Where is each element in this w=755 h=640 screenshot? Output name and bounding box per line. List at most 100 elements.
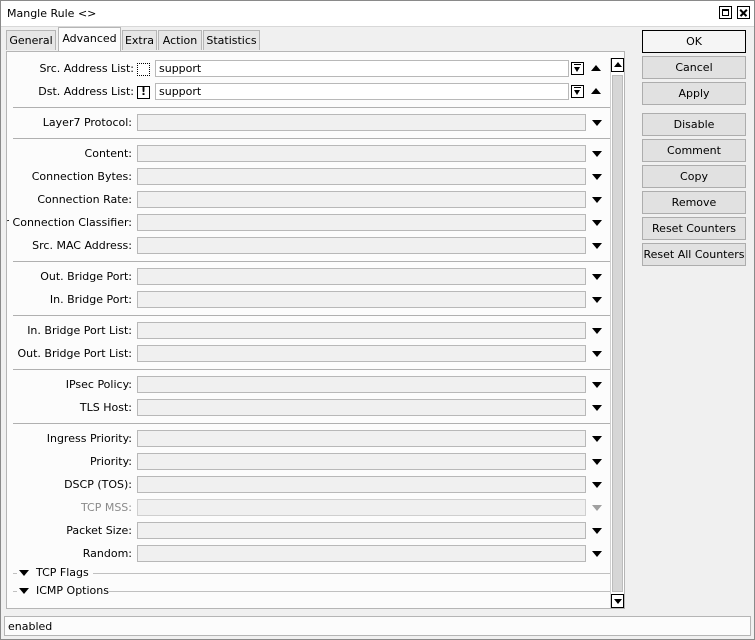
content-field[interactable]: [137, 145, 586, 162]
dst-address-list-value: support: [159, 85, 202, 98]
separator: [13, 261, 610, 262]
out-bridge-port-list-field[interactable]: [137, 345, 586, 362]
connection-bytes-dropdown-icon[interactable]: [592, 174, 602, 180]
window-title: Mangle Rule <>: [7, 7, 97, 20]
content-row: Content:: [7, 145, 132, 163]
vertical-scrollbar[interactable]: [610, 58, 624, 608]
random-row: Random:: [7, 545, 132, 563]
src-mac-address-dropdown-icon[interactable]: [592, 243, 602, 249]
in-bridge-port-dropdown-icon[interactable]: [592, 297, 602, 303]
src-address-list-negate-toggle[interactable]: [137, 63, 150, 76]
tab-statistics[interactable]: Statistics: [203, 30, 260, 50]
dst-address-list-dropdown-icon[interactable]: [571, 85, 584, 98]
tls-host-row: TLS Host:: [7, 399, 132, 417]
tcp-mss-dropdown-icon: [592, 505, 602, 511]
ingress-priority-field[interactable]: [137, 430, 586, 447]
ingress-priority-dropdown-icon[interactable]: [592, 436, 602, 442]
content-dropdown-icon[interactable]: [592, 151, 602, 157]
dst-address-list-negate-toggle[interactable]: !: [137, 85, 150, 99]
in-bridge-port-list-field[interactable]: [137, 322, 586, 339]
expand-triangle-icon[interactable]: [19, 570, 29, 576]
tcp-mss-label: TCP MSS:: [80, 501, 132, 514]
tls-host-field[interactable]: [137, 399, 586, 416]
scroll-thumb[interactable]: [612, 75, 623, 592]
src-mac-address-field[interactable]: [137, 237, 586, 254]
connection-rate-row: Connection Rate:: [7, 191, 132, 209]
random-dropdown-icon[interactable]: [592, 551, 602, 557]
icmp-options-label: ICMP Options: [36, 584, 109, 597]
title-bar[interactable]: Mangle Rule <>: [1, 1, 754, 27]
priority-label: Priority:: [89, 455, 132, 468]
connection-rate-field[interactable]: [137, 191, 586, 208]
priority-dropdown-icon[interactable]: [592, 459, 602, 465]
dscp-tos-dropdown-icon[interactable]: [592, 482, 602, 488]
connection-bytes-field[interactable]: [137, 168, 586, 185]
per-connection-classifier-field[interactable]: [137, 214, 586, 231]
in-bridge-port-list-dropdown-icon[interactable]: [592, 328, 602, 334]
maximize-icon[interactable]: [719, 6, 732, 19]
tcp-flags-section[interactable]: TCP Flags: [13, 565, 610, 581]
advanced-panel: Src. Address List: support Dst. Address …: [6, 51, 625, 609]
content-label: Content:: [84, 147, 132, 160]
layer7-protocol-row: Layer7 Protocol:: [7, 114, 132, 132]
expand-triangle-icon[interactable]: [19, 588, 29, 594]
comment-button[interactable]: Comment: [642, 139, 746, 162]
status-text: enabled: [8, 620, 53, 633]
tab-action[interactable]: Action: [158, 30, 202, 50]
out-bridge-port-field[interactable]: [137, 268, 586, 285]
dst-address-list-remove-icon[interactable]: [591, 88, 601, 94]
connection-rate-dropdown-icon[interactable]: [592, 197, 602, 203]
tab-general[interactable]: General: [6, 30, 56, 50]
dscp-tos-field[interactable]: [137, 476, 586, 493]
tab-advanced[interactable]: Advanced: [58, 27, 121, 51]
ok-button[interactable]: OK: [642, 30, 746, 53]
layer7-protocol-field[interactable]: [137, 114, 586, 131]
disable-button[interactable]: Disable: [642, 113, 746, 136]
connection-bytes-label: Connection Bytes:: [31, 170, 132, 183]
in-bridge-port-label: In. Bridge Port:: [49, 293, 132, 306]
in-bridge-port-field[interactable]: [137, 291, 586, 308]
packet-size-dropdown-icon[interactable]: [592, 528, 602, 534]
random-label: Random:: [82, 547, 132, 560]
dst-address-list-field[interactable]: support: [155, 83, 569, 100]
out-bridge-port-list-row: Out. Bridge Port List:: [7, 345, 132, 363]
connection-rate-label: Connection Rate:: [37, 193, 132, 206]
remove-button[interactable]: Remove: [642, 191, 746, 214]
src-address-list-dropdown-icon[interactable]: [571, 62, 584, 75]
out-bridge-port-dropdown-icon[interactable]: [592, 274, 602, 280]
packet-size-field[interactable]: [137, 522, 586, 539]
in-bridge-port-list-row: In. Bridge Port List:: [7, 322, 132, 340]
icmp-options-section[interactable]: ICMP Options: [13, 583, 610, 599]
ipsec-policy-row: IPsec Policy:: [7, 376, 132, 394]
packet-size-row: Packet Size:: [7, 522, 132, 540]
random-field[interactable]: [137, 545, 586, 562]
tls-host-dropdown-icon[interactable]: [592, 405, 602, 411]
per-connection-classifier-dropdown-icon[interactable]: [592, 220, 602, 226]
tcp-mss-row: TCP MSS:: [7, 499, 132, 517]
scroll-down-icon[interactable]: [611, 594, 624, 608]
tab-extra[interactable]: Extra: [122, 30, 157, 50]
reset-counters-button[interactable]: Reset Counters: [642, 217, 746, 240]
priority-row: Priority:: [7, 453, 132, 471]
dst-address-list-row: Dst. Address List:: [7, 83, 134, 101]
src-address-list-field[interactable]: support: [155, 60, 569, 77]
out-bridge-port-list-label: Out. Bridge Port List:: [17, 347, 132, 360]
section-line: [13, 591, 17, 592]
apply-button[interactable]: Apply: [642, 82, 746, 105]
cancel-button[interactable]: Cancel: [642, 56, 746, 79]
reset-all-counters-button[interactable]: Reset All Counters: [642, 243, 746, 266]
layer7-protocol-dropdown-icon[interactable]: [592, 120, 602, 126]
copy-button[interactable]: Copy: [642, 165, 746, 188]
ipsec-policy-field[interactable]: [137, 376, 586, 393]
src-address-list-value: support: [159, 62, 202, 75]
out-bridge-port-list-dropdown-icon[interactable]: [592, 351, 602, 357]
close-icon[interactable]: [737, 6, 750, 19]
scroll-up-icon[interactable]: [611, 58, 624, 72]
dscp-tos-label: DSCP (TOS):: [64, 478, 132, 491]
ipsec-policy-dropdown-icon[interactable]: [592, 382, 602, 388]
src-address-list-remove-icon[interactable]: [591, 65, 601, 71]
layer7-protocol-label: Layer7 Protocol:: [42, 116, 132, 129]
dscp-tos-row: DSCP (TOS):: [7, 476, 132, 494]
section-line: [93, 573, 610, 574]
priority-field[interactable]: [137, 453, 586, 470]
